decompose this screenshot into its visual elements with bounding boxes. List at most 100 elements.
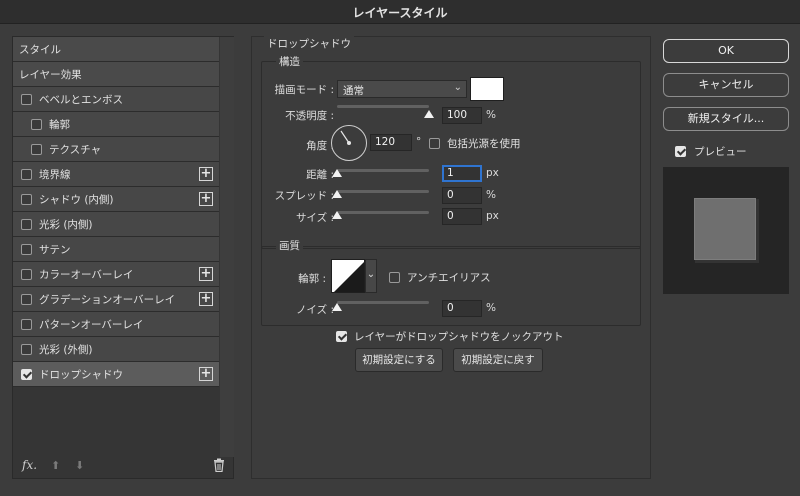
blend-mode-label: 描画モード : (274, 84, 334, 96)
effect-item[interactable]: ドロップシャドウ + (13, 362, 219, 387)
effect-checkbox[interactable] (21, 343, 32, 355)
size-slider-thumb[interactable] (332, 211, 342, 219)
effect-item-label: パターンオーバーレイ (39, 318, 144, 331)
global-light-label: 包括光源を使用 (447, 138, 521, 150)
effect-checkbox[interactable] (21, 293, 32, 305)
antialias-label: アンチエイリアス (407, 272, 491, 284)
effects-list-scrollbar[interactable] (220, 37, 234, 457)
effect-item[interactable]: 光彩 (外側) (13, 337, 219, 362)
effect-item-label: 光彩 (内側) (39, 218, 93, 231)
effect-item[interactable]: カラーオーバーレイ + (13, 262, 219, 287)
contour-dropdown[interactable]: ⌄ (365, 259, 377, 293)
effect-item[interactable]: スタイル (13, 37, 219, 62)
antialias-checkbox[interactable] (389, 272, 400, 283)
effect-checkbox[interactable] (21, 193, 32, 205)
spread-slider-track[interactable] (337, 190, 429, 193)
effect-checkbox[interactable] (21, 243, 32, 255)
make-default-button[interactable]: 初期設定にする (355, 348, 443, 372)
effect-item-label: グラデーションオーバーレイ (39, 293, 176, 306)
drop-shadow-section-title: ドロップシャドウ (264, 36, 354, 51)
noise-unit: % (486, 302, 496, 314)
effect-item[interactable]: パターンオーバーレイ (13, 312, 219, 337)
contour-label: 輪郭 : (298, 273, 326, 285)
effect-item-label: 境界線 (39, 168, 71, 181)
effect-checkbox[interactable] (21, 218, 32, 230)
effect-item[interactable]: 輪郭 (13, 112, 219, 137)
spread-unit: % (486, 189, 496, 201)
preview-label: プレビュー (694, 146, 747, 158)
chevron-down-icon: ⌄ (366, 269, 376, 280)
blend-mode-select[interactable]: 通常 ⌄ (337, 80, 467, 98)
effect-item[interactable]: テクスチャ (13, 137, 219, 162)
size-input[interactable]: 0 (442, 208, 482, 225)
effect-item[interactable]: 光彩 (内側) (13, 212, 219, 237)
effect-checkbox[interactable] (21, 168, 32, 180)
title-bar: レイヤースタイル (0, 0, 800, 24)
style-preview (663, 167, 789, 294)
effect-item[interactable]: レイヤー効果 (13, 62, 219, 87)
opacity-label: 不透明度 : (285, 110, 334, 122)
trash-icon[interactable] (213, 458, 225, 473)
size-slider-track[interactable] (337, 211, 429, 214)
global-light-checkbox[interactable] (429, 138, 440, 149)
noise-slider-track[interactable] (337, 301, 429, 304)
add-effect-icon[interactable]: + (199, 367, 213, 381)
spread-label: スプレッド : (274, 190, 334, 202)
effect-item-label: カラーオーバーレイ (39, 268, 134, 281)
new-style-button[interactable]: 新規スタイル... (663, 107, 789, 131)
knockout-label: レイヤーがドロップシャドウをノックアウト (354, 331, 564, 343)
distance-slider-track[interactable] (337, 169, 429, 172)
opacity-slider-track[interactable] (337, 105, 429, 108)
distance-unit: px (486, 167, 499, 179)
add-effect-icon[interactable]: + (199, 267, 213, 281)
add-effect-icon[interactable]: + (199, 192, 213, 206)
effect-item[interactable]: グラデーションオーバーレイ + (13, 287, 219, 312)
effect-item-label: ベベルとエンボス (39, 93, 123, 106)
preview-checkbox[interactable] (675, 146, 686, 157)
add-effect-icon[interactable]: + (199, 167, 213, 181)
angle-input[interactable]: 120 (370, 134, 412, 151)
angle-unit: ° (416, 136, 422, 148)
cancel-button[interactable]: キャンセル (663, 73, 789, 97)
effect-item[interactable]: シャドウ (内側) + (13, 187, 219, 212)
opacity-unit: % (486, 109, 496, 121)
effects-list-panel: スタイルレイヤー効果ベベルとエンボス輪郭テクスチャ境界線 + シャドウ (内側) + 光… (12, 36, 234, 479)
noise-slider-thumb[interactable] (332, 303, 342, 311)
contour-picker[interactable] (331, 259, 365, 293)
angle-dial-needle (340, 130, 351, 145)
move-down-icon[interactable]: ⬇ (75, 459, 84, 472)
ok-button[interactable]: OK (663, 39, 789, 63)
spread-slider-thumb[interactable] (332, 190, 342, 198)
effect-item-label: 輪郭 (49, 118, 70, 131)
distance-slider-thumb[interactable] (332, 169, 342, 177)
effects-list-footer: fx. ⬆ ⬇ (13, 454, 233, 478)
opacity-slider-thumb[interactable] (424, 110, 434, 118)
effect-checkbox[interactable] (21, 268, 32, 280)
effect-item[interactable]: 境界線 + (13, 162, 219, 187)
knockout-checkbox[interactable] (336, 331, 347, 342)
fx-icon[interactable]: fx. (22, 458, 37, 472)
blend-mode-value: 通常 (343, 85, 364, 97)
opacity-input[interactable]: 100 (442, 107, 482, 124)
distance-label: 距離 : (306, 169, 334, 181)
effect-checkbox[interactable] (31, 118, 42, 130)
effect-checkbox[interactable] (21, 93, 32, 105)
window-title: レイヤースタイル (352, 6, 448, 20)
noise-input[interactable]: 0 (442, 300, 482, 317)
move-up-icon[interactable]: ⬆ (51, 459, 60, 472)
effect-item[interactable]: ベベルとエンボス (13, 87, 219, 112)
effect-item-label: スタイル (19, 43, 61, 56)
spread-input[interactable]: 0 (442, 187, 482, 204)
reset-default-button[interactable]: 初期設定に戻す (453, 348, 543, 372)
effect-item[interactable]: サテン (13, 237, 219, 262)
drop-shadow-settings: ドロップシャドウ 構造 描画モード : 通常 ⌄ 不透明度 : 100 % 角度… (251, 36, 651, 479)
shadow-color-swatch[interactable] (470, 77, 504, 101)
size-unit: px (486, 210, 499, 222)
effect-item-label: シャドウ (内側) (39, 193, 114, 206)
effect-checkbox[interactable] (21, 318, 32, 330)
angle-dial[interactable] (331, 125, 367, 161)
add-effect-icon[interactable]: + (199, 292, 213, 306)
effect-checkbox[interactable] (21, 368, 32, 380)
distance-input[interactable]: 1 (442, 165, 482, 182)
effect-checkbox[interactable] (31, 143, 42, 155)
